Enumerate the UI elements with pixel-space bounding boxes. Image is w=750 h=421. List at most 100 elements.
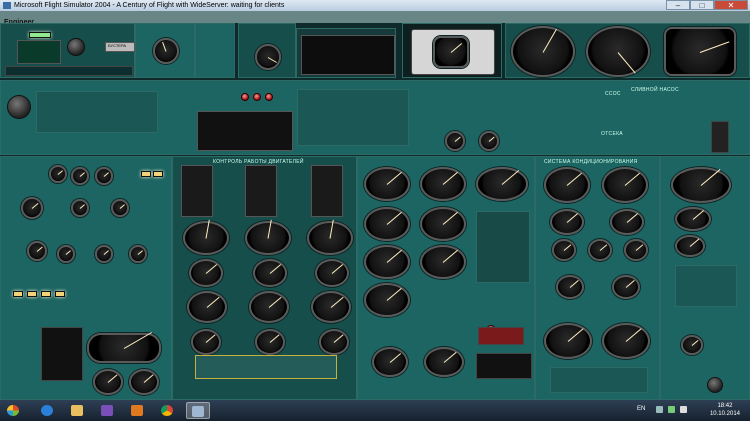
cabin-altitude-gauge bbox=[602, 167, 648, 203]
radio-panel bbox=[238, 23, 296, 78]
small-gauge bbox=[588, 239, 612, 261]
pump-label: СЛИВНОЙ НАСОС bbox=[631, 87, 679, 93]
compartment-label: ОТСЕКА bbox=[601, 131, 623, 137]
duct-temp-gauge bbox=[550, 209, 584, 235]
voltmeter-gauge bbox=[675, 207, 711, 231]
file-explorer-icon bbox=[71, 405, 83, 416]
hydraulic-gauge bbox=[364, 167, 410, 201]
hydraulics-panel bbox=[357, 156, 535, 400]
temperature-gauge bbox=[27, 241, 47, 261]
electrical-gauge bbox=[671, 167, 731, 203]
engine-panel: КОНТРОЛЬ РАБОТЫ ДВИГАТЕЛЕЙ bbox=[172, 156, 357, 400]
tray-icon[interactable] bbox=[656, 406, 663, 413]
red-button[interactable] bbox=[241, 93, 249, 101]
air-conditioning-panel: СИСТЕМА КОНДИЦИОНИРОВАНИЯ bbox=[535, 156, 660, 400]
pressure-gauge bbox=[364, 207, 410, 241]
media-player-icon bbox=[131, 405, 143, 416]
start-icon bbox=[7, 405, 19, 416]
small-gauge bbox=[49, 165, 67, 183]
oil-gauge bbox=[187, 291, 227, 323]
app-icon bbox=[3, 2, 11, 9]
oil-gauge bbox=[249, 291, 289, 323]
pressure-gauge bbox=[21, 197, 43, 219]
visual-studio-icon bbox=[101, 405, 113, 416]
taskbar: EN 18:42 10.10.2014 bbox=[0, 400, 750, 421]
engine-indicator-row bbox=[195, 355, 337, 379]
bus-switches bbox=[675, 265, 737, 307]
switch-group bbox=[36, 91, 158, 133]
close-button[interactable]: ✕ bbox=[714, 0, 748, 10]
temperature-gauge bbox=[364, 245, 410, 279]
right-engineer-panel bbox=[660, 156, 750, 400]
compass-gauge bbox=[664, 27, 736, 76]
engine3-annunciators bbox=[311, 165, 343, 217]
temperature-gauge bbox=[57, 245, 75, 263]
nav-display bbox=[17, 40, 61, 64]
small-gauge bbox=[681, 335, 703, 355]
toggle-bank bbox=[476, 353, 532, 379]
network-icon[interactable] bbox=[668, 406, 675, 413]
small-gauge bbox=[552, 239, 576, 261]
engine2-annunciators bbox=[245, 165, 277, 217]
flight-simulator-icon bbox=[192, 406, 204, 417]
window-title: Microsoft Flight Simulator 2004 - A Cent… bbox=[14, 2, 285, 9]
taskbar-item-internet-explorer[interactable] bbox=[36, 402, 58, 419]
taskbar-item-chrome[interactable] bbox=[156, 402, 178, 419]
indicator-lamp bbox=[27, 291, 37, 297]
red-button[interactable] bbox=[265, 93, 273, 101]
transponder-panel bbox=[296, 28, 396, 78]
clock-panel bbox=[135, 23, 195, 78]
small-gauge bbox=[95, 167, 113, 185]
menu-bar: Engineer bbox=[0, 11, 750, 26]
small-gauge bbox=[624, 239, 648, 261]
warning-light-stack bbox=[41, 327, 83, 381]
indicator-lamp bbox=[55, 291, 65, 297]
minimize-button[interactable]: – bbox=[666, 0, 690, 10]
bleed-air-gauge bbox=[602, 323, 650, 359]
taskbar-item-file-explorer[interactable] bbox=[66, 402, 88, 419]
airspeed-gauge bbox=[586, 26, 650, 77]
fuel-quantity-gauge bbox=[87, 333, 161, 363]
volume-icon[interactable] bbox=[680, 406, 687, 413]
switch-matrix bbox=[476, 211, 530, 283]
temperature-gauge bbox=[129, 245, 147, 263]
rotary-knob[interactable] bbox=[707, 377, 723, 393]
altimeter-gauge bbox=[511, 26, 575, 77]
small-gauge bbox=[71, 167, 89, 185]
fuel-flow-gauge bbox=[93, 369, 123, 395]
rotary-knob[interactable] bbox=[67, 38, 85, 56]
top-right-gauges bbox=[505, 23, 750, 78]
cabin-pressure-gauge bbox=[544, 167, 590, 203]
rpm-gauge bbox=[245, 221, 291, 255]
taskbar-item-flight-simulator[interactable] bbox=[186, 402, 210, 419]
indicator-lamp bbox=[13, 291, 23, 297]
transponder-keypad[interactable] bbox=[301, 35, 395, 75]
indicator-lamp bbox=[41, 291, 51, 297]
selector-knob[interactable] bbox=[7, 95, 31, 119]
fuel-flow-gauge bbox=[129, 369, 159, 395]
fuel-switches bbox=[297, 89, 409, 146]
air-system-label: СИСТЕМА КОНДИЦИОНИРОВАНИЯ bbox=[544, 159, 638, 165]
left-engineer-panel bbox=[0, 156, 172, 400]
temperature-gauge bbox=[95, 245, 113, 263]
taskbar-item-media-player[interactable] bbox=[126, 402, 148, 419]
hydraulic-gauge bbox=[420, 167, 466, 201]
ammeter-gauge bbox=[675, 235, 705, 257]
rpm-gauge bbox=[183, 221, 229, 255]
egt-gauge bbox=[315, 259, 349, 287]
egt-gauge bbox=[189, 259, 223, 287]
vibration-gauge bbox=[255, 329, 285, 355]
egt-gauge bbox=[253, 259, 287, 287]
taskbar-item-visual-studio[interactable] bbox=[96, 402, 118, 419]
red-button[interactable] bbox=[253, 93, 261, 101]
rpm-gauge bbox=[307, 221, 353, 255]
outflow-gauge bbox=[556, 275, 584, 299]
system-clock[interactable]: 18:42 10.10.2014 bbox=[710, 402, 740, 418]
booster-button[interactable]: БУСТЕРА bbox=[105, 42, 135, 52]
maximize-button[interactable]: □ bbox=[690, 0, 714, 10]
brake-gauge bbox=[372, 347, 408, 377]
oil-gauge bbox=[311, 291, 351, 323]
language-indicator[interactable]: EN bbox=[637, 406, 645, 412]
window-titlebar: Microsoft Flight Simulator 2004 - A Cent… bbox=[0, 0, 750, 11]
start-button[interactable] bbox=[2, 402, 24, 419]
